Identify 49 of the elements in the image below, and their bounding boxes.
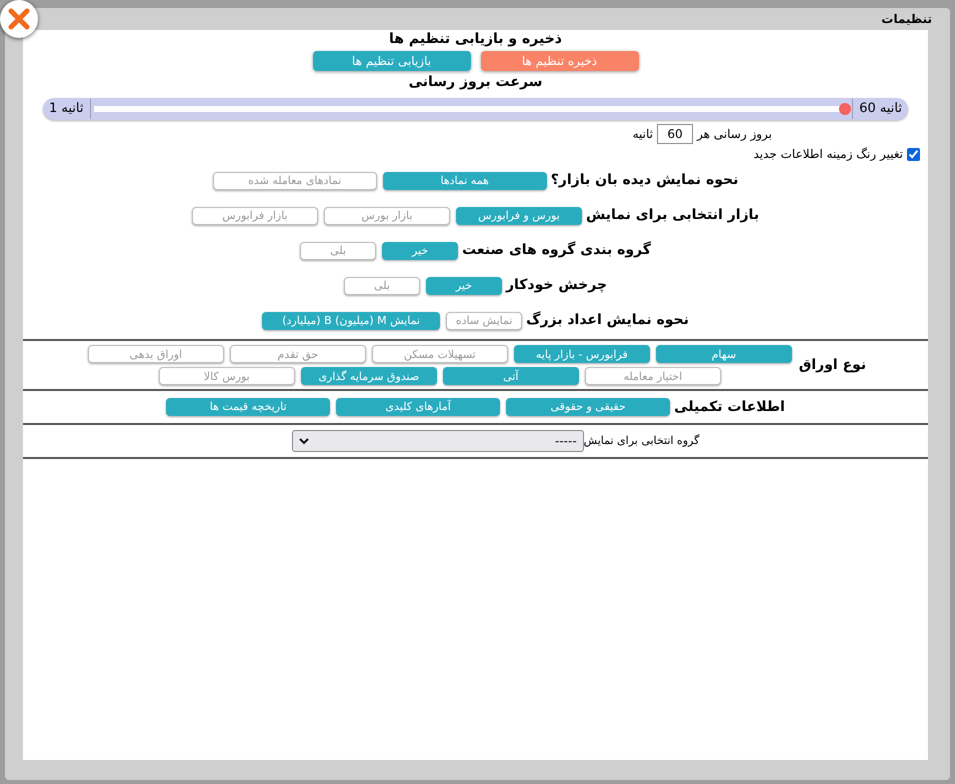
option-button[interactable]: صندوق سرمایه گذاری xyxy=(300,367,437,385)
option-button[interactable]: نمادهای معامله شده xyxy=(212,172,377,190)
option-button[interactable]: بورس و فرابورس xyxy=(456,206,582,224)
refresh-suffix: ثانیه xyxy=(632,126,654,143)
slider-track[interactable]: ثانیه 60 ثانیه 1 xyxy=(43,98,908,120)
option-button[interactable]: بازار بورس xyxy=(324,206,450,224)
option-button[interactable]: سهام xyxy=(656,345,792,363)
extra-info-button[interactable]: حقیقی و حقوقی xyxy=(506,398,670,416)
close-icon xyxy=(7,7,31,31)
option-button[interactable]: بلی xyxy=(300,242,376,260)
option-button[interactable]: فرابورس - بازار پایه xyxy=(514,345,650,363)
dialog-title: تنظیمات xyxy=(881,11,932,28)
option-button[interactable]: نمایش M (میلیون) B (میلیارد) xyxy=(262,312,440,330)
option-group-label: نحوه نمایش دیده بان بازار؟ xyxy=(550,171,738,190)
save-settings-button[interactable]: ذخیره تنظیم ها xyxy=(480,51,638,71)
slider-thumb[interactable] xyxy=(839,103,852,115)
option-group-label: چرخش خودکار xyxy=(506,276,608,295)
option-button[interactable]: بازار فرابورس xyxy=(192,206,318,224)
restore-settings-button[interactable]: بازیابی تنظیم ها xyxy=(312,51,470,71)
checkbox-label: تغییر رنگ زمینه اطلاعات جدید xyxy=(753,146,903,163)
group-select[interactable]: ----- xyxy=(292,430,584,452)
option-button[interactable]: اوراق بدهی xyxy=(88,345,224,363)
extra-info-button[interactable]: تاریخچه قیمت ها xyxy=(166,398,330,416)
chevron-down-icon xyxy=(298,437,309,445)
highlight-checkbox[interactable] xyxy=(907,148,920,160)
option-button[interactable]: خیر xyxy=(426,276,502,294)
option-button[interactable]: تسهیلات مسکن xyxy=(372,345,508,363)
group-select-label: گروه انتخابی برای نمایش xyxy=(584,432,700,449)
option-group-label: گروه بندی گروه های صنعت xyxy=(462,240,651,260)
section-heading: ذخیره و بازیابی تنظیم ها xyxy=(389,30,562,48)
option-button[interactable]: بلی xyxy=(344,276,420,294)
option-group-label: بازار انتخابی برای نمایش xyxy=(586,206,760,225)
refresh-prefix: بروز رسانی هر xyxy=(697,126,772,143)
option-button[interactable]: خیر xyxy=(382,242,458,260)
slider-max-label: ثانیه 60 xyxy=(852,99,908,119)
option-button[interactable]: آتی xyxy=(442,367,579,385)
option-button[interactable]: نمایش ساده xyxy=(446,312,522,330)
option-button[interactable]: حق تقدم xyxy=(230,345,366,363)
interval-input[interactable]: 60 xyxy=(657,124,694,144)
close-button[interactable] xyxy=(0,0,38,38)
option-group-label: نحوه نمایش اعداد بزرگ xyxy=(526,310,689,330)
slider-min-label: ثانیه 1 xyxy=(43,99,91,119)
security-types-label: نوع اوراق xyxy=(798,356,866,374)
option-button[interactable]: بورس کالا xyxy=(158,367,295,385)
option-button[interactable]: همه نمادها xyxy=(382,172,547,190)
option-button[interactable]: اختیار معامله xyxy=(584,367,721,385)
section-heading: سرعت بروز رسانی xyxy=(408,73,542,92)
extra-info-button[interactable]: آمارهای کلیدی xyxy=(336,398,500,416)
extra-info-label: اطلاعات تکمیلی xyxy=(674,398,785,416)
